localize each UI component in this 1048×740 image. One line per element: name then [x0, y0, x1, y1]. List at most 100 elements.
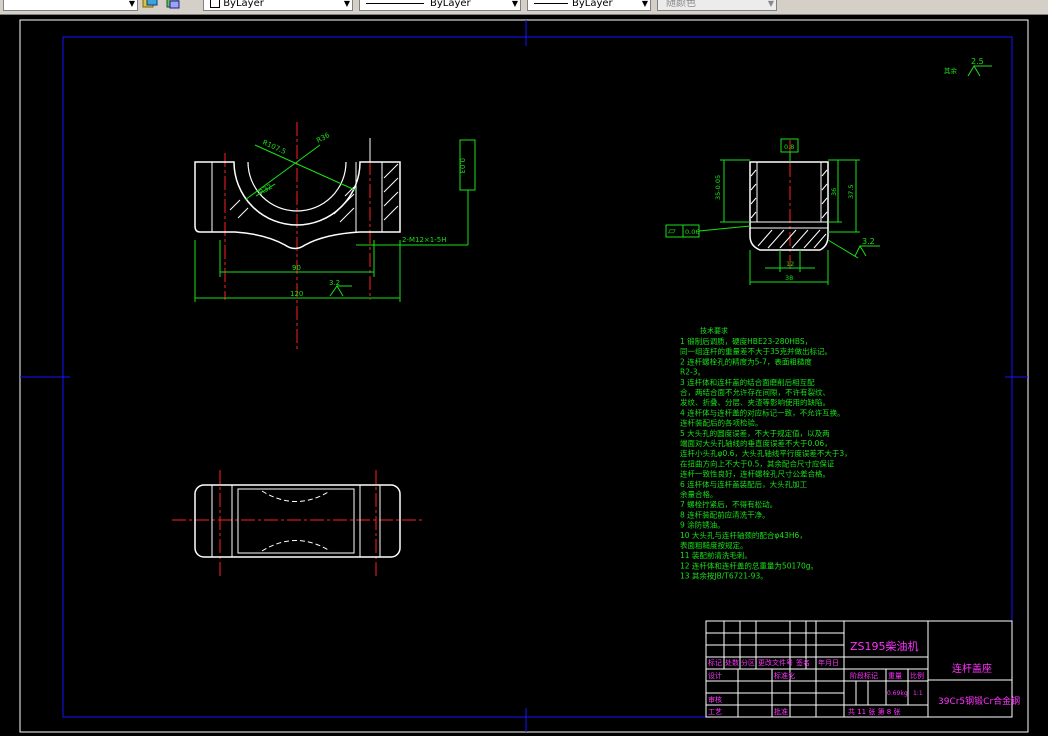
dim-35: 35-0.05: [714, 175, 722, 200]
header-date: 年月日: [818, 658, 839, 667]
linetype-dropdown[interactable]: ByLayer ▼: [359, 0, 521, 11]
hidden-lines: [261, 490, 331, 552]
scale-label: 比例: [910, 671, 924, 680]
note-line: 发纹、折叠、分层、夹渣等影响使用的缺陷。: [680, 397, 830, 407]
layer-dropdown[interactable]: ByLayer ▼: [203, 0, 353, 11]
material: 39Cr5钢锻Cr合金钢: [938, 695, 1020, 707]
lineweight-dropdown[interactable]: ByLayer ▼: [527, 0, 651, 11]
sheet-inner-frame: [62, 36, 1013, 718]
roughness-32-left: 3.2: [329, 279, 340, 287]
header-docno: 更改文件号: [758, 658, 793, 667]
note-line: 在扭曲方向上不大于0.5，其余配合尺寸应保证: [680, 458, 835, 468]
dim-r36: R36: [315, 131, 331, 145]
dim-120: 120: [290, 290, 303, 298]
title-block: ZS195柴油机 连杆盖座 39Cr5钢锻Cr合金钢 标记 处数 分区 更改文件…: [705, 620, 1020, 718]
dimension-text: 0.8 35-0.05 36 37.5 0.06 12 38 3.2 2.5 其…: [685, 57, 984, 282]
chevron-down-icon: ▼: [767, 0, 774, 8]
note-line: 2 连杆螺栓孔的精度为5-7，表面粗糙度: [680, 356, 812, 366]
note-line: 3 连杆体和连杆盖的结合面磨削后相互配: [680, 377, 815, 387]
scale-value: 1:1: [913, 690, 923, 697]
dim-36: 36: [830, 188, 838, 196]
dim-2m12: 2-M12×1-5H: [402, 236, 447, 244]
bearing-inner: [237, 488, 355, 554]
row-design: 设计: [708, 671, 722, 680]
note-line: 11 装配前清洗毛刺。: [680, 550, 752, 560]
notes-title: 技术要求: [700, 326, 728, 335]
note-line: 连杆小头孔φ0.6，大头孔轴线平行度误差不大于3，: [680, 448, 852, 458]
flatness-callout: 0.03: [458, 158, 466, 174]
note-line: 8 连杆装配前应清洗干净。: [680, 509, 770, 519]
plotstyle-dropdown[interactable]: 随颜色 ▼: [657, 0, 777, 11]
layer-dropdown-tail[interactable]: ▼: [3, 0, 138, 11]
header-sign: 签名: [796, 658, 810, 667]
note-line: 6 连杆体与连杆盖装配后，大头孔加工: [680, 479, 808, 489]
notes-lines: 1 锻制后调质，硬度HBE23-280HBS，同一组连杆的重量差不大于35克并做…: [680, 336, 852, 581]
dim-r32: R32: [258, 183, 274, 197]
note-line: R2-3。: [680, 368, 705, 377]
layer-value: ByLayer: [223, 0, 264, 9]
roughness-32-right: 3.2: [862, 237, 875, 246]
note-line: 表面粗糙度按规定。: [680, 540, 748, 550]
sheet-count: 共 11 张 第 8 张: [848, 707, 901, 716]
header-zone: 分区: [741, 658, 755, 667]
lineweight-value: ByLayer: [572, 0, 613, 9]
note-line: 7 螺栓拧紧后，不得有松动。: [680, 499, 777, 509]
row-check: 审核: [708, 695, 722, 704]
note-line: 1 锻制后调质，硬度HBE23-280HBS，: [680, 336, 812, 346]
part-name: 连杆盖座: [952, 662, 992, 675]
line-sample-icon: [366, 3, 424, 4]
flatness-icon: ▱: [668, 226, 676, 237]
dim-d08: 0.8: [784, 143, 794, 151]
technical-notes: 技术要求 1 锻制后调质，硬度HBE23-280HBS，同一组连杆的重量差不大于…: [680, 326, 852, 581]
note-line: 连杆一致性良好，连杆螺栓孔尺寸公差合格。: [680, 469, 830, 479]
dim-375: 37.5: [847, 185, 855, 199]
drawing-svg[interactable]: 0.03 R107.5 R36 R32 2-M12×1-5H 90 120 3.…: [0, 15, 1048, 736]
property-toolbar: ▼ ByLayer ▼ ByLayer ▼ ByLayer ▼ 随颜色 ▼: [0, 0, 1048, 15]
section-outline: [749, 161, 829, 251]
side-section-view: ▱ 0.8 35-0.05 36 37.5 0.06 12 38 3.2 2.5…: [665, 57, 992, 285]
chevron-down-icon: ▼: [128, 0, 135, 8]
note-line: 合，两结合面不允许存在间隙，不许有裂纹、: [680, 387, 830, 397]
note-line: 12 连杆体和连杆盖的总重量为50170g。: [680, 560, 818, 570]
layer-previous-icon[interactable]: [165, 0, 181, 10]
dim-90: 90: [292, 264, 301, 272]
sheet-outer-frame: [19, 19, 1029, 733]
top-outline: [194, 484, 401, 558]
weight-value: 0.69kg: [887, 690, 908, 697]
color-swatch-icon: [210, 0, 220, 8]
dimensions: [194, 139, 476, 302]
header-qty: 处数: [725, 658, 739, 667]
dimension-text: 0.03 R107.5 R36 R32 2-M12×1-5H 90 120 3.…: [258, 131, 466, 298]
roughness-25: 2.5: [971, 57, 984, 66]
plotstyle-value: 随颜色: [666, 0, 696, 9]
dim-d06: 0.06: [685, 228, 699, 236]
chevron-down-icon: ▼: [641, 0, 648, 8]
row-standard: 标准化: [774, 671, 795, 680]
row-craft: 工艺: [708, 708, 722, 716]
front-view: 0.03 R107.5 R36 R32 2-M12×1-5H 90 120 3.…: [194, 122, 476, 352]
dim-38: 38: [785, 274, 793, 282]
title-text: ZS195柴油机 连杆盖座 39Cr5钢锻Cr合金钢 标记 处数 分区 更改文件…: [708, 639, 1020, 716]
note-line: 5 大头孔的圆度误差，不大于规定值，以及两: [680, 428, 830, 438]
note-line: 9 涂防锈油。: [680, 520, 725, 530]
line-sample-icon: [534, 3, 568, 4]
centerlines: [224, 122, 371, 352]
note-line: 4 连杆体与连杆盖的对应标记一致，不允许互换。: [680, 407, 845, 417]
note-line: 端面对大头孔轴线的垂直度误差不大于0.06，: [680, 438, 832, 448]
header-mark: 标记: [708, 658, 722, 667]
stage-label: 阶段标记: [850, 671, 878, 680]
section-hatch: [750, 169, 828, 249]
note-line: 连杆装配后的各项检验。: [680, 418, 763, 428]
bearing-face: [231, 484, 361, 558]
chevron-down-icon: ▼: [511, 0, 518, 8]
note-line: 10 大头孔与连杆轴颈的配合φ43H6，: [680, 530, 807, 540]
top-view: [172, 470, 422, 578]
drawing-canvas[interactable]: 0.03 R107.5 R36 R32 2-M12×1-5H 90 120 3.…: [0, 15, 1048, 736]
linetype-value: ByLayer: [430, 0, 471, 9]
layer-state-icon[interactable]: [142, 0, 158, 10]
dim-12: 12: [786, 260, 794, 268]
centering-marks: [20, 20, 1028, 732]
row-approve: 批准: [774, 707, 788, 716]
weight-label: 重量: [888, 672, 902, 680]
command-line-strip[interactable]: [0, 736, 1048, 740]
